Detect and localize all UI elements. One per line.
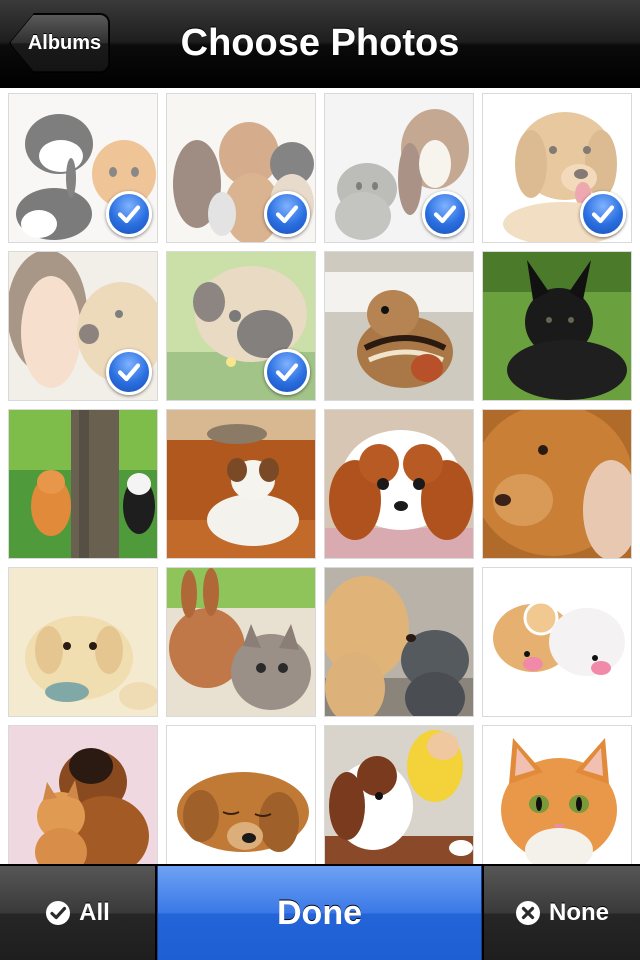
photo-image	[9, 410, 157, 558]
albums-back-button[interactable]: Albums	[10, 14, 109, 72]
selected-checkmark-icon	[106, 349, 152, 395]
photo-thumbnail-kittens-climbing-tree[interactable]	[8, 409, 158, 559]
bottom-toolbar: All Done None	[0, 864, 640, 960]
photo-thumbnail-golden-retriever[interactable]	[482, 93, 632, 243]
photo-thumbnail-orange-kitten[interactable]	[482, 725, 632, 864]
photo-image	[167, 726, 315, 864]
selected-checkmark-icon	[106, 191, 152, 237]
photo-thumbnail-black-puppy-on-grass[interactable]	[482, 251, 632, 401]
photo-grid	[0, 88, 640, 864]
x-circle-icon	[516, 901, 540, 925]
navigation-bar: Albums Choose Photos	[0, 0, 640, 88]
photo-image	[167, 568, 315, 716]
photo-image	[325, 726, 473, 864]
photo-image	[483, 726, 631, 864]
photo-image	[483, 568, 631, 716]
photo-thumbnail-chipmunk[interactable]	[324, 251, 474, 401]
photo-thumbnail-sleeping-puppy[interactable]	[166, 725, 316, 864]
check-circle-icon	[46, 901, 71, 925]
select-none-label: None	[549, 899, 609, 926]
photo-image	[483, 252, 631, 400]
photo-image	[325, 568, 473, 716]
photo-thumbnail-toy-hamsters[interactable]	[482, 567, 632, 717]
photo-thumbnail-dog-and-kitten-nose[interactable]	[324, 567, 474, 717]
done-button[interactable]: Done	[157, 866, 482, 960]
page-title: Choose Photos	[180, 21, 460, 64]
photo-image	[325, 252, 473, 400]
albums-back-button-label: Albums	[27, 31, 102, 54]
photo-thumbnail-cavalier-spaniel-puppy[interactable]	[324, 409, 474, 559]
photo-thumbnail-jack-russell-on-sofa[interactable]	[166, 409, 316, 559]
photo-image	[483, 410, 631, 558]
photo-thumbnail-golden-retriever-closeup[interactable]	[482, 409, 632, 559]
photo-thumbnail-puppy-hugging-kitten[interactable]	[8, 725, 158, 864]
photo-image	[9, 726, 157, 864]
photo-thumbnail-lab-puppy-with-toy[interactable]	[8, 567, 158, 717]
photo-thumbnail-spaniel-with-child[interactable]	[324, 725, 474, 864]
selected-checkmark-icon	[580, 191, 626, 237]
photo-thumbnail-pug-in-grass[interactable]	[166, 251, 316, 401]
photo-image	[325, 410, 473, 558]
selected-checkmark-icon	[264, 349, 310, 395]
selected-checkmark-icon	[264, 191, 310, 237]
photo-thumbnail-basset-hound-and-tabby-cat[interactable]	[324, 93, 474, 243]
select-all-button[interactable]: All	[0, 866, 156, 960]
photo-thumbnail-woman-and-puppy[interactable]	[8, 251, 158, 401]
photo-image	[9, 568, 157, 716]
photo-thumbnail-bunny-and-kitten[interactable]	[166, 567, 316, 717]
photo-image	[167, 410, 315, 558]
photo-thumbnail-puppy-kitten-bunny[interactable]	[8, 93, 158, 243]
done-label: Done	[277, 893, 362, 932]
photo-thumbnail-cat-and-dogs-group[interactable]	[166, 93, 316, 243]
select-all-label: All	[79, 899, 110, 926]
selected-checkmark-icon	[422, 191, 468, 237]
select-none-button[interactable]: None	[483, 866, 640, 960]
